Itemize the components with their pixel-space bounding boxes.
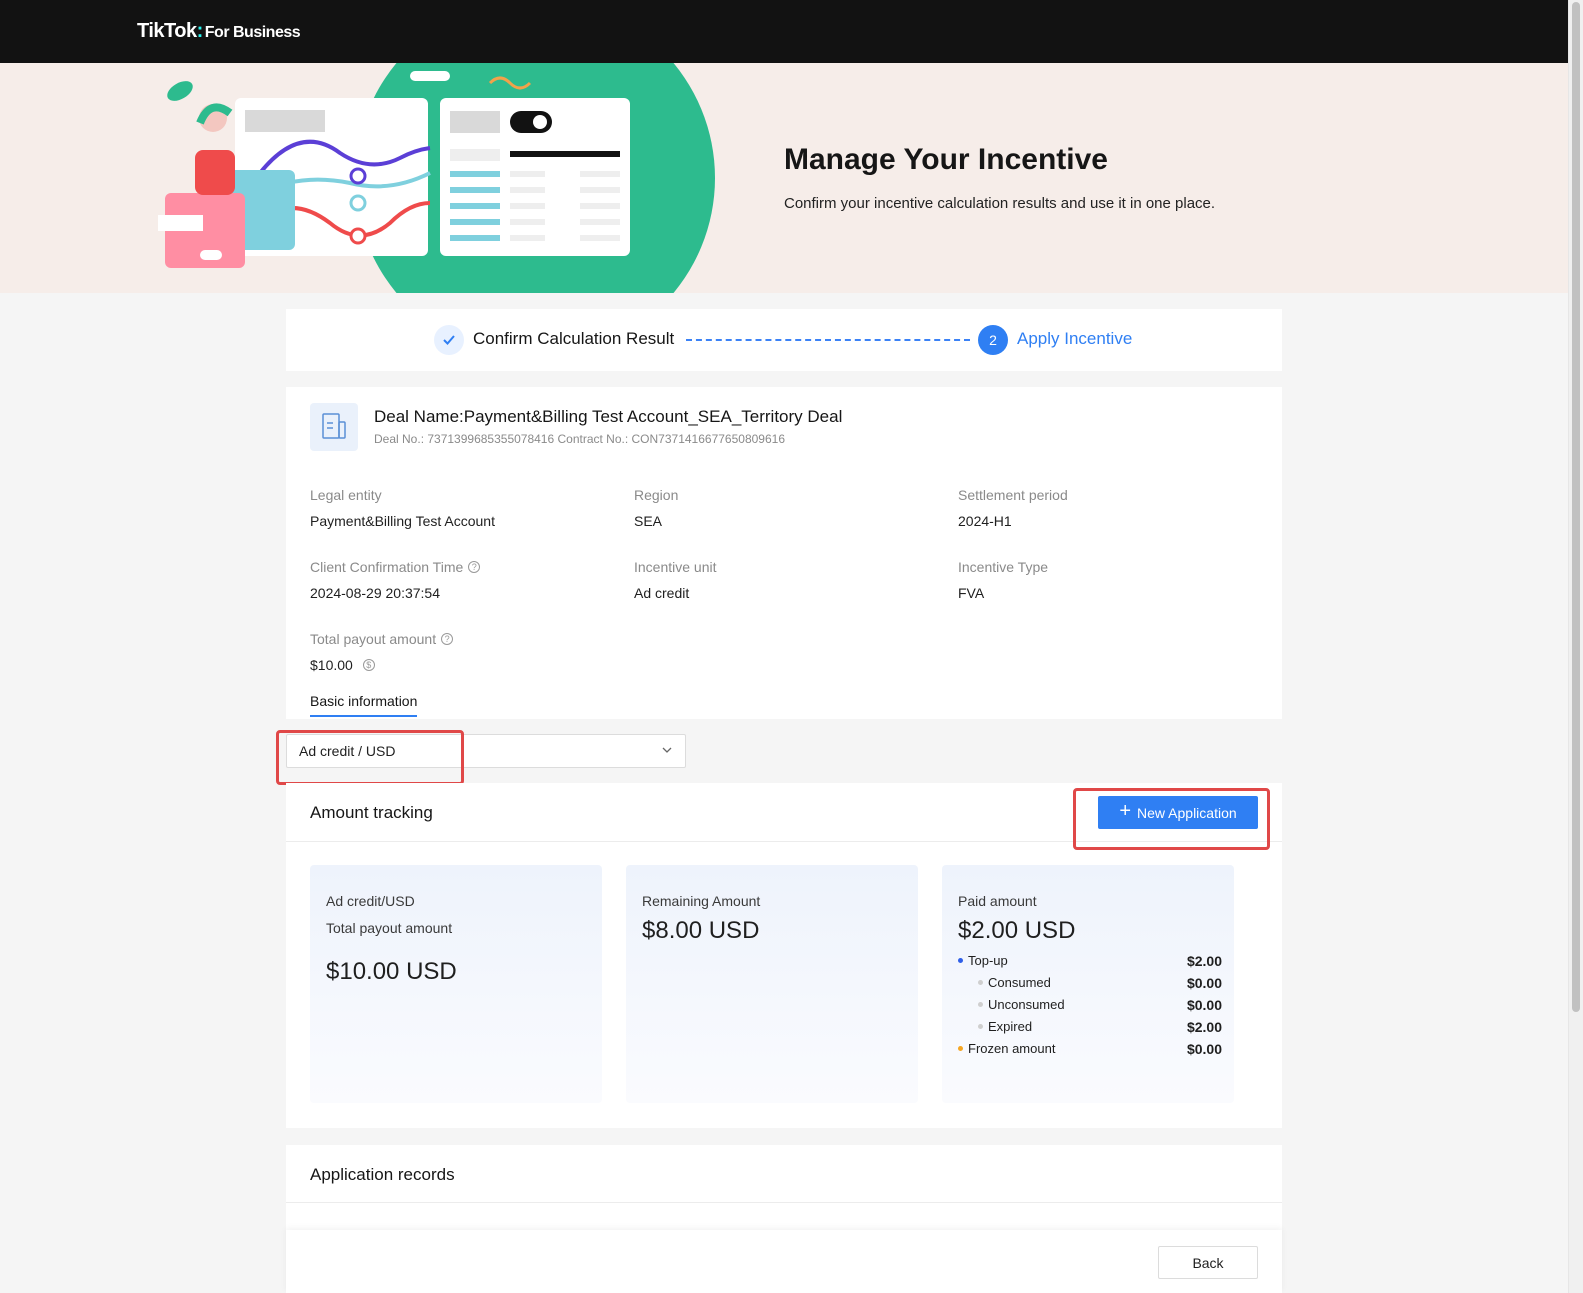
incentive-type-value: FVA [958, 585, 985, 601]
top-navigation-bar: TikTok: For Business [0, 0, 1568, 63]
deal-contract-numbers: Deal No.: 7371399685355078416 Contract N… [374, 432, 785, 446]
legal-entity-label: Legal entity [310, 487, 382, 503]
row-value: $2.00 [1186, 1019, 1222, 1035]
document-icon [310, 403, 358, 451]
paid-row-top-up: Top-up $2.00 [958, 953, 1238, 969]
paid-amount: $2.00 USD [958, 917, 1076, 944]
hero-banner: Manage Your Incentive Confirm your incen… [0, 63, 1568, 293]
divider [286, 1202, 1282, 1203]
total-payout-field-value: $10.00 $ [310, 657, 375, 673]
total-payout-value: $10.00 [310, 657, 353, 673]
total-payout-field: Total payout amount? [310, 631, 454, 647]
settlement-period-value: 2024-H1 [958, 513, 1012, 529]
paid-row-expired: Expired $2.00 [958, 1019, 1238, 1035]
step-connector [686, 339, 970, 341]
incentive-type-label: Incentive Type [958, 559, 1049, 575]
settlement-period-label: Settlement period [958, 487, 1068, 503]
step-confirm-calculation-label: Confirm Calculation Result [473, 329, 675, 348]
select-highlight-box [276, 730, 464, 785]
step-number-icon: 2 [978, 325, 1008, 355]
row-value: $0.00 [1186, 997, 1222, 1013]
step-apply-incentive-label: Apply Incentive [1017, 329, 1133, 348]
page-title: Manage Your Incentive [784, 143, 1108, 176]
amount-tracking-title: Amount tracking [310, 803, 433, 822]
client-confirmation-time-label: Client Confirmation Time [310, 559, 464, 575]
tab-basic-information[interactable]: Basic information [310, 693, 418, 717]
tiktok-for-business-logo[interactable]: TikTok: For Business [137, 20, 301, 43]
help-icon[interactable]: ? [468, 561, 481, 573]
brand-name: TikTok [137, 20, 197, 42]
brand-sub: For Business [204, 24, 301, 41]
row-label: Top-up [968, 953, 1008, 968]
total-tile-amount: $10.00 USD [326, 958, 457, 985]
back-button[interactable]: Back [1158, 1246, 1258, 1279]
row-label: Consumed [988, 975, 1051, 990]
deal-info-card: Deal Name:Payment&Billing Test Account_S… [286, 387, 1282, 719]
total-payout-tile: Ad credit/USD Total payout amount $10.00… [310, 865, 602, 1103]
row-value: $2.00 [1186, 953, 1222, 969]
application-records-title: Application records [310, 1165, 455, 1184]
orange-dot-icon [958, 1046, 963, 1051]
check-icon [434, 325, 464, 355]
region-label: Region [634, 487, 679, 503]
button-highlight-box [1073, 788, 1270, 850]
help-icon[interactable]: ? [441, 633, 454, 645]
chevron-down-icon [662, 747, 672, 753]
grey-dot-icon [978, 1024, 983, 1029]
incentive-unit-value: Ad credit [634, 585, 690, 601]
legal-entity-value: Payment&Billing Test Account [310, 513, 495, 529]
paid-row-unconsumed: Unconsumed $0.00 [958, 997, 1238, 1013]
grey-dot-icon [978, 980, 983, 985]
progress-steps: Confirm Calculation Result 2 Apply Incen… [286, 309, 1282, 371]
paid-row-consumed: Consumed $0.00 [958, 975, 1238, 991]
paid-row-frozen: Frozen amount $0.00 [958, 1041, 1238, 1057]
client-confirmation-time-field: Client Confirmation Time? [310, 559, 481, 575]
vertical-scrollbar[interactable] [1568, 0, 1583, 1293]
deal-name: Deal Name:Payment&Billing Test Account_S… [374, 407, 843, 426]
row-label: Frozen amount [968, 1041, 1056, 1056]
remaining-amount-tile: Remaining Amount $8.00 USD [626, 865, 918, 1103]
paid-label: Paid amount [958, 893, 1037, 909]
region-value: SEA [634, 513, 663, 529]
currency-exchange-icon[interactable]: $ [362, 659, 375, 671]
blue-dot-icon [958, 958, 963, 963]
remaining-amount: $8.00 USD [642, 917, 760, 944]
total-tile-label: Total payout amount [326, 920, 453, 936]
paid-amount-tile: Paid amount $2.00 USD Top-up $2.00 Consu… [942, 865, 1234, 1103]
grey-dot-icon [978, 1002, 983, 1007]
remaining-label: Remaining Amount [642, 893, 761, 909]
row-label: Unconsumed [988, 997, 1065, 1012]
row-value: $0.00 [1186, 975, 1222, 991]
row-label: Expired [988, 1019, 1033, 1034]
total-payout-label: Total payout amount [310, 631, 437, 647]
page-subtitle: Confirm your incentive calculation resul… [784, 195, 1216, 212]
client-confirmation-time-value: 2024-08-29 20:37:54 [310, 585, 440, 601]
footer-action-bar: Back [286, 1230, 1282, 1293]
banner-illustration [158, 63, 715, 293]
row-value: $0.00 [1186, 1041, 1222, 1057]
scrollbar-thumb[interactable] [1572, 2, 1580, 1012]
incentive-unit-label: Incentive unit [634, 559, 717, 575]
total-tile-unit: Ad credit/USD [326, 893, 415, 909]
